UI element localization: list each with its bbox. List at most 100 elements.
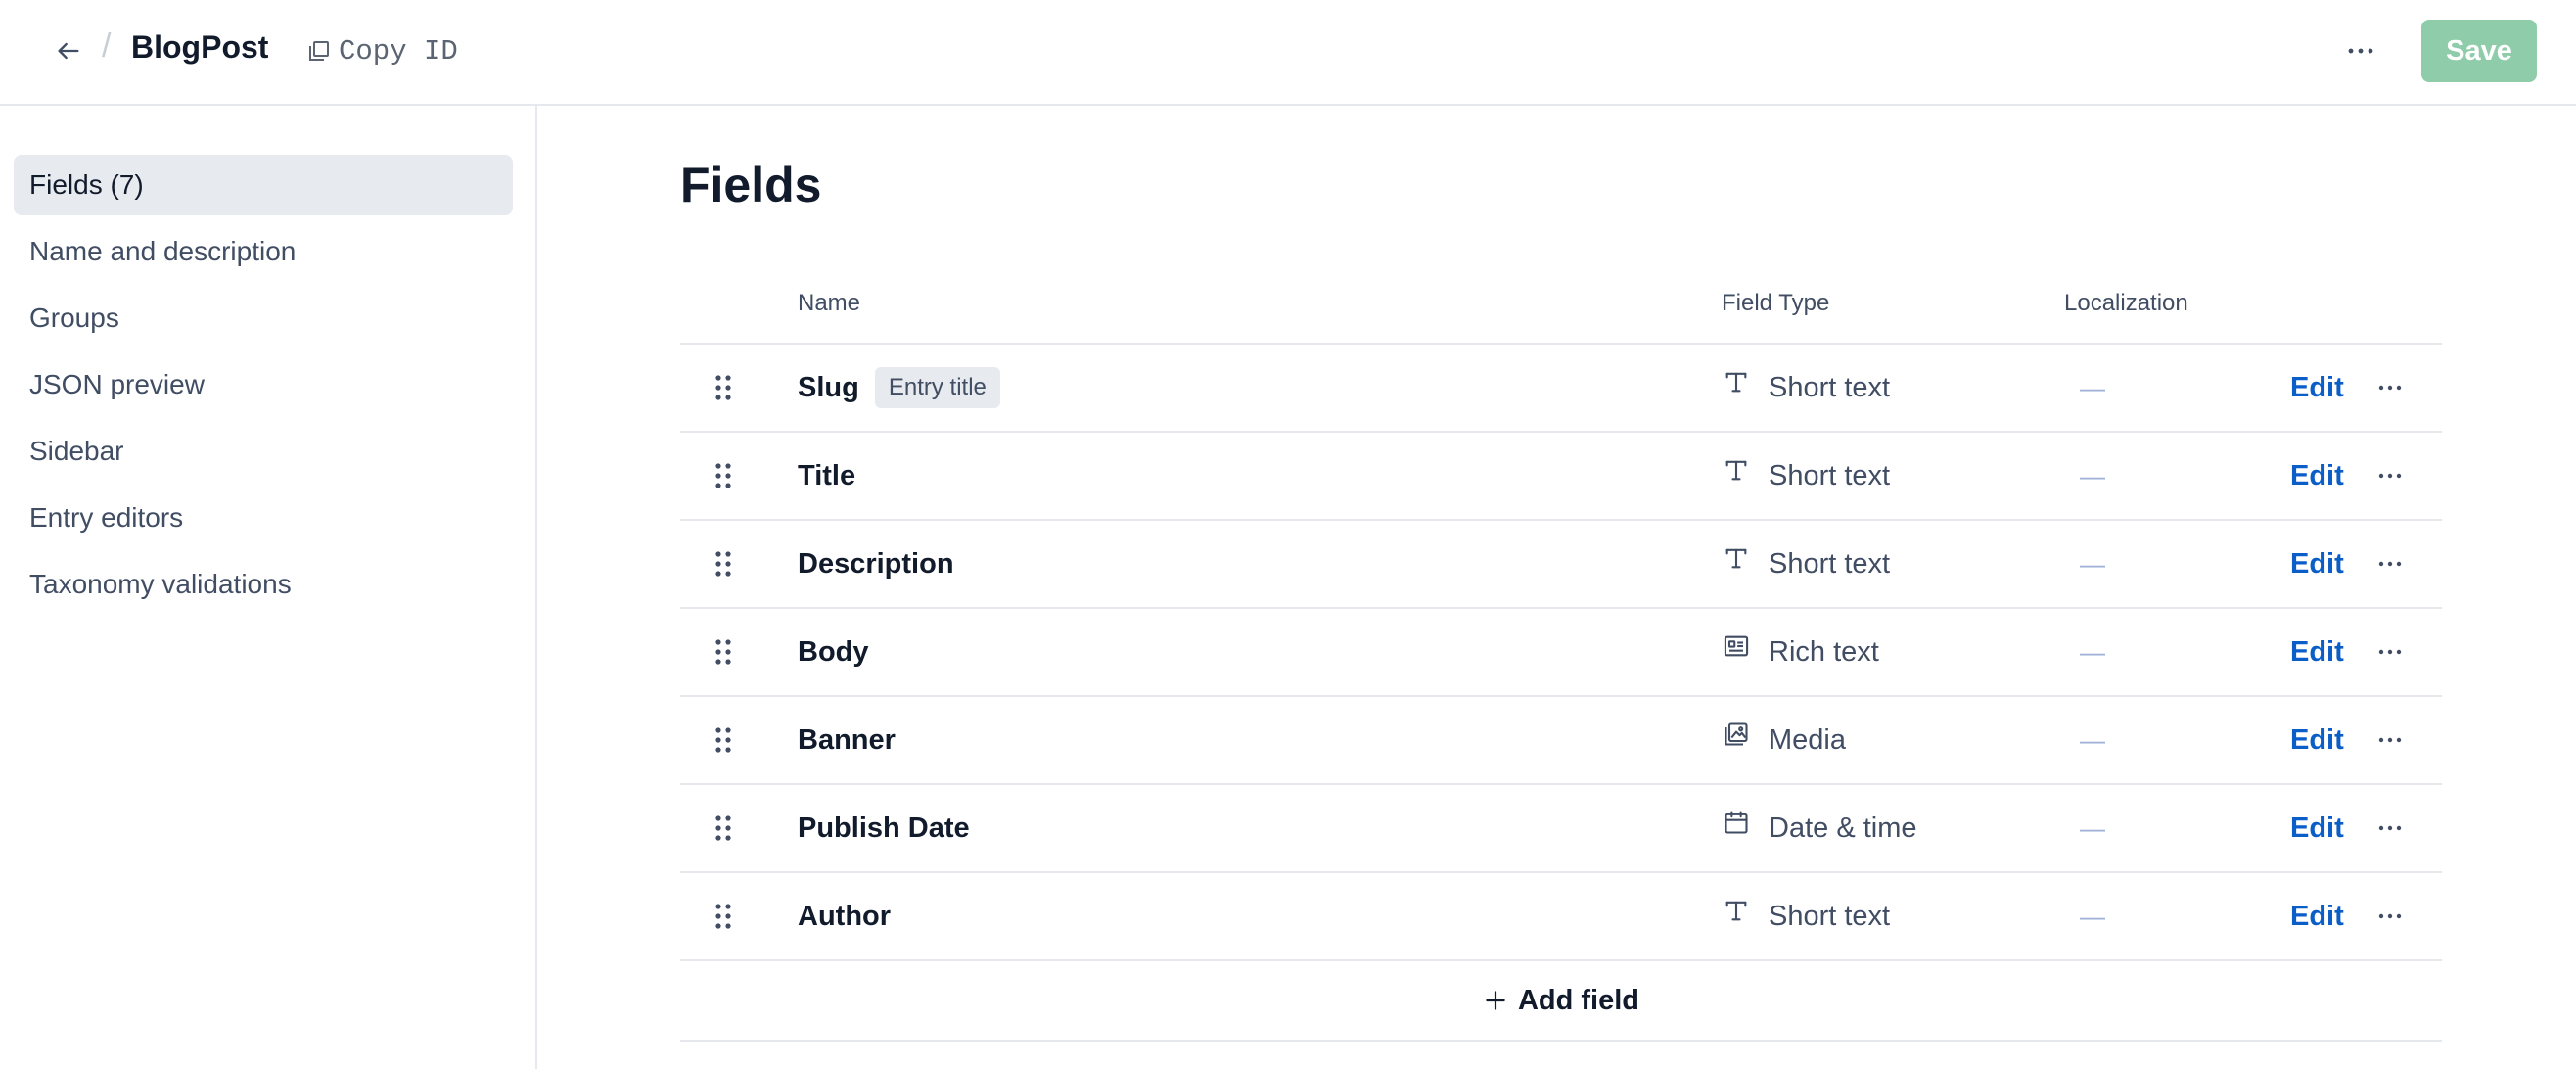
edit-field-link[interactable]: Edit [2290,345,2344,431]
field-type-cell: Short text [1722,521,1890,607]
more-horizontal-icon [2378,649,2402,655]
top-bar: / BlogPost Copy ID Save [0,0,2576,106]
field-type-label: Short text [1769,459,1891,491]
column-header-name: Name [798,290,861,316]
field-type-label: Short text [1769,547,1891,580]
table-row-publish-date: Publish Date Date & time — Edit [680,785,2442,873]
field-type-cell: Rich text [1722,609,1879,695]
entry-title-badge: Entry title [874,367,1000,408]
more-horizontal-icon [2378,913,2402,919]
column-header-field-type: Field Type [1722,290,1830,316]
add-field-button[interactable]: Add field [680,961,2442,1042]
field-name: Title [798,459,856,491]
row-more-actions-button[interactable] [2369,544,2411,583]
row-more-actions-button[interactable] [2369,456,2411,495]
row-more-actions-button[interactable] [2369,720,2411,760]
field-type-cell: Date & time [1722,785,1917,871]
field-name-cell: Banner [798,697,896,783]
content-type-title: BlogPost [131,29,269,65]
more-horizontal-icon [2378,737,2402,743]
sidebar-item-groups[interactable]: Groups [14,288,513,349]
copy-icon [309,41,329,61]
table-row-description: Description Short text — Edit [680,521,2442,609]
row-more-actions-button[interactable] [2369,632,2411,672]
sidebar-item-json-preview[interactable]: JSON preview [14,354,513,415]
field-type-cell: Short text [1722,433,1890,519]
field-type-cell: Short text [1722,345,1890,431]
more-horizontal-icon [2378,561,2402,567]
edit-field-link[interactable]: Edit [2290,521,2344,607]
calendar-icon [1722,808,1751,837]
field-name-cell: Description [798,521,954,607]
localization-value: — [2080,901,2105,931]
more-actions-button[interactable] [2337,29,2384,72]
media-icon [1722,720,1751,749]
field-name: Author [798,900,892,932]
row-more-actions-button[interactable] [2369,897,2411,936]
localization-value: — [2080,372,2105,402]
field-name: Banner [798,723,896,756]
more-horizontal-icon [2348,48,2373,54]
localization-value: — [2080,813,2105,843]
field-type-cell: Media [1722,697,1846,783]
row-more-actions-button[interactable] [2369,368,2411,407]
drag-handle-icon[interactable] [713,726,733,754]
column-header-localization: Localization [2064,290,2188,316]
copy-id-label: Copy ID [339,34,458,68]
table-row-body: Body Rich text — Edit [680,609,2442,697]
field-name: Description [798,547,954,580]
table-row-banner: Banner Media — Edit [680,697,2442,785]
field-name-cell: Publish Date [798,785,970,871]
text-t-icon [1722,543,1751,573]
field-type-label: Date & time [1769,812,1917,844]
edit-field-link[interactable]: Edit [2290,697,2344,783]
sidebar-item-sidebar[interactable]: Sidebar [14,421,513,482]
drag-handle-icon[interactable] [713,374,733,401]
field-type-label: Media [1769,723,1846,756]
row-more-actions-button[interactable] [2369,809,2411,848]
save-button[interactable]: Save [2421,20,2537,82]
sidebar-item-entry-editors[interactable]: Entry editors [14,488,513,548]
sidebar-item-name-and-description[interactable]: Name and description [14,221,513,282]
copy-id-button[interactable]: Copy ID [307,31,458,70]
table-row-slug: Slug Entry title Short text — Edit [680,345,2442,433]
field-name-cell: Slug Entry title [798,345,1000,431]
localization-value: — [2080,724,2105,755]
more-horizontal-icon [2378,385,2402,391]
edit-field-link[interactable]: Edit [2290,433,2344,519]
rich-text-icon [1722,631,1751,661]
arrow-left-icon [58,42,79,60]
edit-field-link[interactable]: Edit [2290,785,2344,871]
field-name: Slug [798,371,859,403]
drag-handle-icon[interactable] [713,638,733,666]
sidebar-item-fields[interactable]: Fields (7) [14,155,513,215]
page-title: Fields [680,158,822,212]
field-name-cell: Title [798,433,855,519]
table-row-author: Author Short text — Edit [680,873,2442,961]
breadcrumb-separator: / [102,27,112,65]
drag-handle-icon[interactable] [713,462,733,489]
text-t-icon [1722,455,1751,485]
edit-field-link[interactable]: Edit [2290,873,2344,959]
localization-value: — [2080,460,2105,490]
more-horizontal-icon [2378,473,2402,479]
plus-icon [1486,991,1505,1010]
field-name: Publish Date [798,812,970,844]
add-field-label: Add field [1517,984,1640,1016]
field-type-label: Short text [1769,371,1891,403]
localization-value: — [2080,636,2105,667]
drag-handle-icon[interactable] [713,814,733,842]
drag-handle-icon[interactable] [713,903,733,930]
sidebar-item-taxonomy-validations[interactable]: Taxonomy validations [14,554,513,615]
edit-field-link[interactable]: Edit [2290,609,2344,695]
localization-value: — [2080,548,2105,579]
drag-handle-icon[interactable] [713,550,733,578]
field-type-label: Rich text [1769,635,1879,668]
field-type-cell: Short text [1722,873,1890,959]
sidebar: Fields (7) Name and description Groups J… [0,106,537,1069]
field-type-label: Short text [1769,900,1891,932]
back-button[interactable] [47,31,90,70]
field-name: Body [798,635,869,668]
field-name-cell: Body [798,609,869,695]
table-row-title: Title Short text — Edit [680,433,2442,521]
